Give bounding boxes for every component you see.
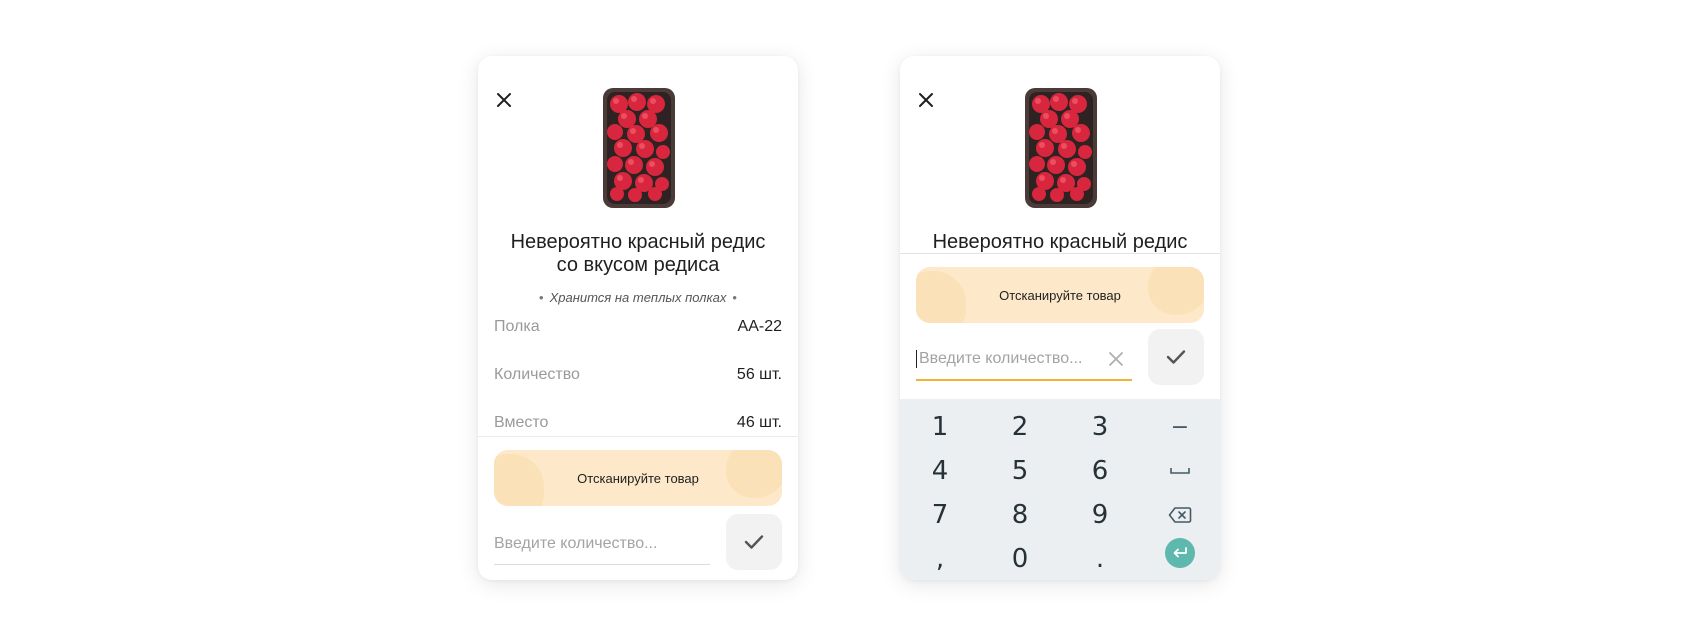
key-4[interactable]: 4 — [900, 451, 980, 491]
numeric-keypad: 1 2 3 − 4 5 6 7 8 9 , 0 . — [900, 399, 1220, 580]
key-5[interactable]: 5 — [980, 451, 1060, 491]
key-1[interactable]: 1 — [900, 407, 980, 447]
key-0[interactable]: 0 — [980, 539, 1060, 579]
check-icon — [1166, 350, 1186, 364]
detail-label: Вместо — [494, 414, 549, 431]
detail-value: 56 шт. — [736, 366, 782, 383]
close-icon[interactable] — [490, 86, 518, 114]
key-minus[interactable]: − — [1140, 407, 1220, 447]
product-image — [1025, 88, 1097, 208]
divider — [900, 253, 1220, 254]
product-image — [603, 88, 675, 208]
enter-icon — [1165, 538, 1195, 568]
detail-label: Полка — [494, 318, 540, 335]
quantity-input[interactable]: Введите количество... — [494, 524, 710, 565]
scan-product-label: Отсканируйте товар — [577, 470, 699, 486]
clear-icon[interactable] — [1106, 349, 1126, 369]
product-title: Невероятно красный редис со вкусом редис… — [478, 231, 798, 277]
quantity-placeholder: Введите количество... — [919, 350, 1083, 367]
key-9[interactable]: 9 — [1060, 495, 1140, 535]
confirm-button[interactable] — [726, 514, 782, 570]
backspace-icon — [1168, 507, 1192, 523]
scan-product-label: Отсканируйте товар — [999, 287, 1121, 303]
key-enter[interactable] — [1140, 533, 1220, 573]
product-title-line2: со вкусом редиса — [556, 254, 720, 276]
close-icon[interactable] — [912, 86, 940, 114]
detail-label: Количество — [494, 366, 580, 383]
check-icon — [744, 535, 764, 549]
key-3[interactable]: 3 — [1060, 407, 1140, 447]
detail-value: 46 шт. — [736, 414, 782, 431]
space-icon — [1170, 468, 1190, 474]
confirm-button[interactable] — [1148, 329, 1204, 385]
quantity-input[interactable]: Введите количество... — [916, 339, 1132, 381]
detail-row-quantity: Количество 56 шт. — [494, 364, 782, 386]
key-7[interactable]: 7 — [900, 495, 980, 535]
key-comma[interactable]: , — [900, 539, 980, 579]
product-title-line1: Невероятно красный редис — [510, 231, 766, 253]
product-card-keypad-screen: Невероятно красный редис Отсканируйте то… — [900, 56, 1220, 580]
scan-product-button[interactable]: Отсканируйте товар — [494, 450, 782, 506]
text-caret — [916, 350, 917, 368]
key-2[interactable]: 2 — [980, 407, 1060, 447]
detail-row-instead: Вместо 46 шт. — [494, 412, 782, 434]
key-backspace[interactable] — [1140, 495, 1220, 535]
storage-note: • Хранится на теплых полках • — [478, 290, 798, 305]
bullet-icon: • — [539, 290, 544, 305]
key-space[interactable] — [1140, 451, 1220, 491]
bullet-icon: • — [732, 290, 737, 305]
key-6[interactable]: 6 — [1060, 451, 1140, 491]
bottom-action-panel: Отсканируйте товар Введите количество... — [478, 436, 798, 580]
quantity-placeholder: Введите количество... — [494, 535, 658, 552]
scan-product-button[interactable]: Отсканируйте товар — [916, 267, 1204, 323]
product-card-screen: Невероятно красный редис со вкусом редис… — [478, 56, 798, 580]
product-title: Невероятно красный редис — [900, 231, 1220, 253]
storage-note-text: Хранится на теплых полках — [549, 290, 727, 305]
key-dot[interactable]: . — [1060, 539, 1140, 579]
product-title-line1: Невероятно красный редис — [932, 231, 1188, 253]
detail-row-shelf: Полка АА-22 — [494, 316, 782, 338]
key-8[interactable]: 8 — [980, 495, 1060, 535]
detail-value: АА-22 — [737, 318, 782, 335]
